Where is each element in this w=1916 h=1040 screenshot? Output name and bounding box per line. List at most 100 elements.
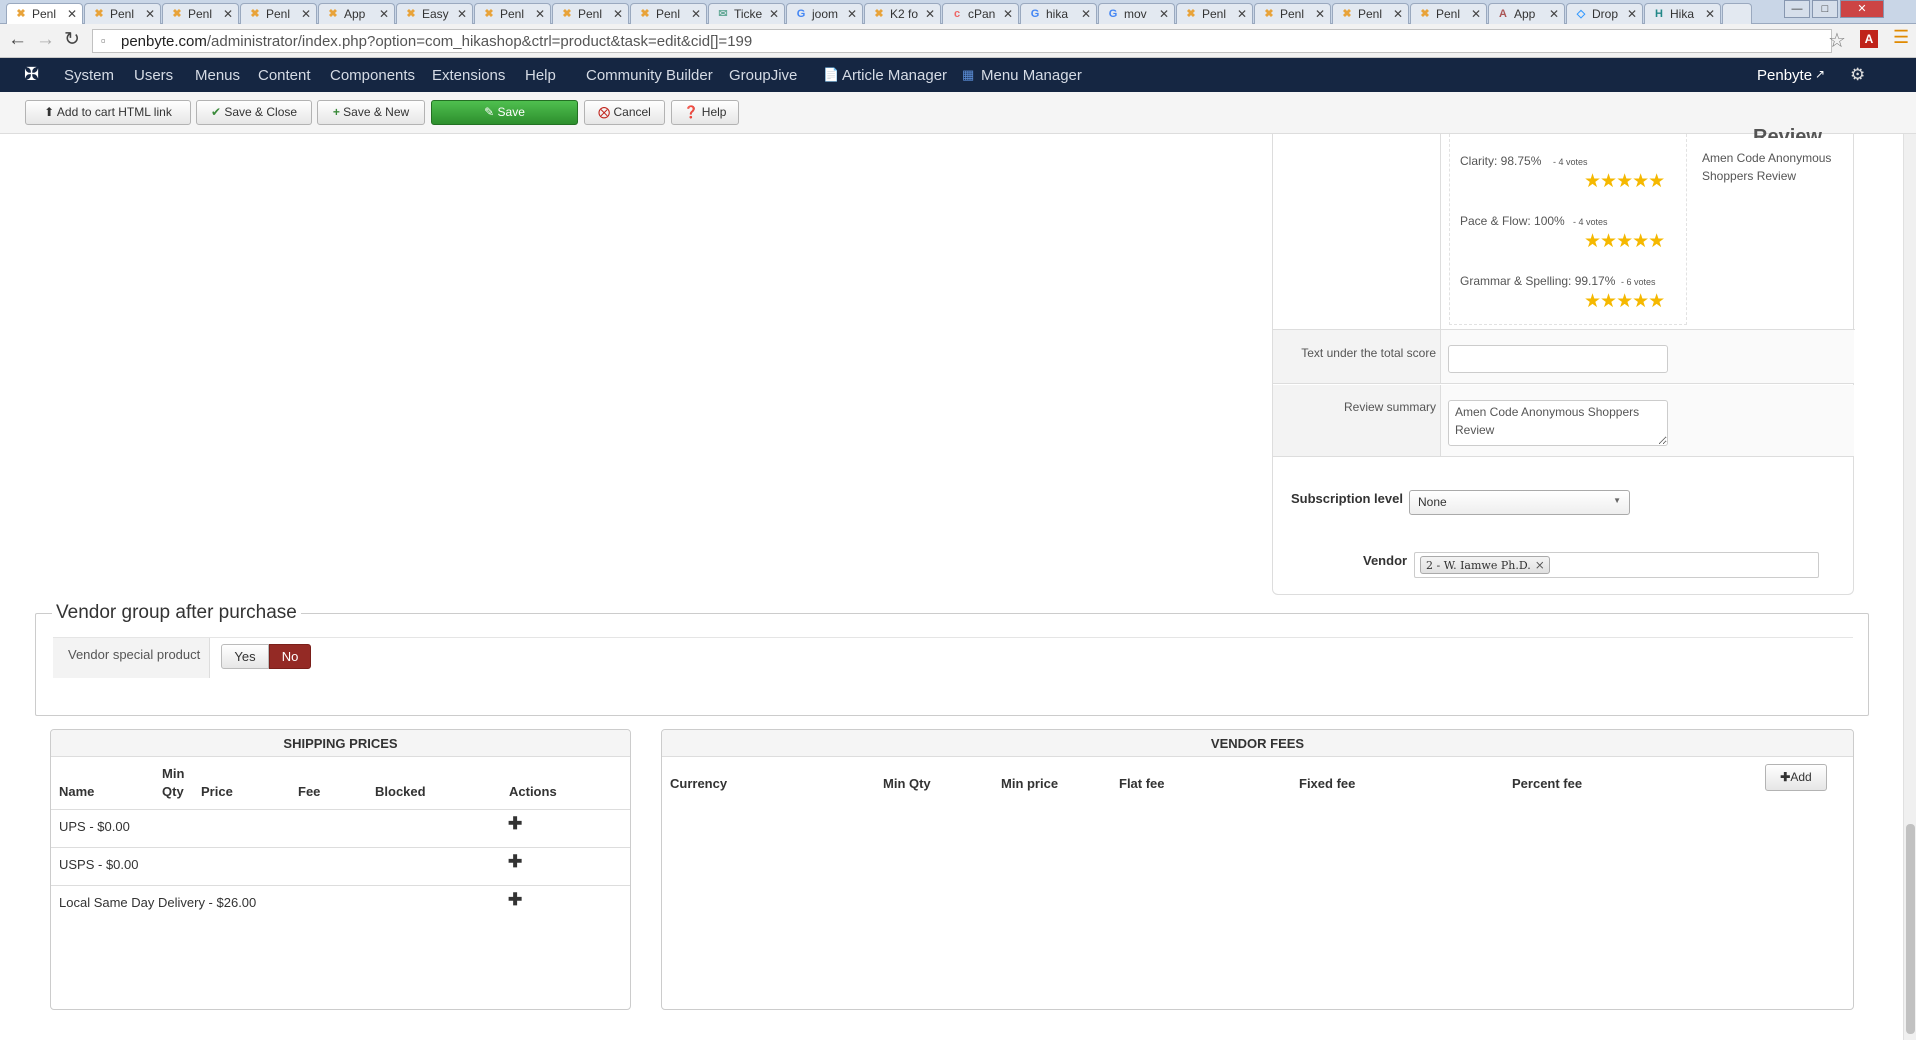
close-tab-icon[interactable]: ✕: [1471, 7, 1481, 21]
close-tab-icon[interactable]: ✕: [925, 7, 935, 21]
browser-tab[interactable]: ✖ Penl ✕: [6, 3, 83, 25]
new-tab-button[interactable]: [1722, 3, 1752, 24]
save-new-button[interactable]: + Save & New: [317, 100, 425, 125]
close-tab-icon[interactable]: ✕: [1237, 7, 1247, 21]
save-close-button[interactable]: ✔ Save & Close: [196, 100, 312, 125]
review-summary-textarea[interactable]: [1448, 400, 1668, 446]
browser-tab[interactable]: ✖ Penl ✕: [552, 3, 629, 24]
joomla-logo-icon[interactable]: ✠: [24, 64, 39, 85]
menu-help[interactable]: Help: [525, 67, 556, 84]
help-button[interactable]: ❓ Help: [671, 100, 739, 125]
total-score-text-input[interactable]: [1448, 345, 1668, 373]
close-tab-icon[interactable]: ✕: [1627, 7, 1637, 21]
browser-tab[interactable]: c cPan ✕: [942, 3, 1019, 24]
close-tab-icon[interactable]: ✕: [457, 7, 467, 21]
page-scrollbar[interactable]: [1903, 134, 1916, 1040]
menu-system[interactable]: System: [64, 67, 114, 84]
remove-tag-icon[interactable]: ×: [1535, 558, 1545, 572]
menu-menu-manager[interactable]: Menu Manager: [981, 67, 1082, 84]
grammar-star-rating: ★★★★★: [1584, 291, 1665, 312]
col-min-price: Min price: [1001, 776, 1059, 791]
browser-tab[interactable]: ✖ Easy ✕: [396, 3, 473, 24]
back-icon[interactable]: ←: [8, 29, 27, 51]
browser-tab[interactable]: ✖ Penl ✕: [1254, 3, 1331, 24]
menu-users[interactable]: Users: [134, 67, 173, 84]
menu-groupjive[interactable]: GroupJive: [729, 67, 797, 84]
browser-tab[interactable]: Gjoom ✕: [786, 3, 863, 24]
menu-community-builder[interactable]: Community Builder: [586, 67, 713, 84]
menu-components[interactable]: Components: [330, 67, 415, 84]
browser-tab[interactable]: ✉ Ticke ✕: [708, 3, 785, 24]
cancel-button[interactable]: ⨂ Cancel: [584, 100, 665, 125]
close-window-button[interactable]: ✕: [1840, 0, 1884, 18]
browser-tab[interactable]: ✖ Penl ✕: [1176, 3, 1253, 24]
toggle-yes-button[interactable]: Yes: [221, 644, 269, 669]
menu-article-manager[interactable]: Article Manager: [842, 67, 947, 84]
chrome-menu-icon[interactable]: ☰: [1893, 27, 1909, 48]
close-tab-icon[interactable]: ✕: [1315, 7, 1325, 21]
browser-tab[interactable]: ✖ K2 fo ✕: [864, 3, 941, 24]
shipping-row-name: USPS - $0.00: [59, 857, 139, 872]
close-tab-icon[interactable]: ✕: [1549, 7, 1559, 21]
minimize-window-button[interactable]: —: [1784, 0, 1810, 18]
maximize-window-button[interactable]: □: [1812, 0, 1838, 18]
browser-tab[interactable]: Gmov ✕: [1098, 3, 1175, 24]
scrollbar-thumb[interactable]: [1906, 824, 1915, 1034]
save-button[interactable]: ✎ Save: [431, 100, 578, 125]
browser-tab[interactable]: Ghika ✕: [1020, 3, 1097, 24]
browser-tab[interactable]: ◇ Drop ✕: [1566, 3, 1643, 24]
settings-gear-icon[interactable]: ⚙: [1850, 65, 1865, 85]
browser-tab-label: Penl: [1436, 7, 1461, 21]
browser-tab-label: Ticke: [734, 7, 763, 21]
close-tab-icon[interactable]: ✕: [223, 7, 233, 21]
vendor-select[interactable]: 2 - W. Iamwe Ph.D. ×: [1414, 552, 1819, 578]
menu-extensions[interactable]: Extensions: [432, 67, 505, 84]
url-field[interactable]: ▫ penbyte.com/administrator/index.php?op…: [92, 29, 1832, 53]
close-tab-icon[interactable]: ✕: [301, 7, 311, 21]
close-tab-icon[interactable]: ✕: [379, 7, 389, 21]
close-tab-icon[interactable]: ✕: [1081, 7, 1091, 21]
action-toolbar: ⬆ Add to cart HTML link ✔ Save & Close +…: [0, 92, 1916, 134]
joomla-favicon-icon: ✖: [874, 8, 884, 20]
pdf-extension-icon[interactable]: A: [1860, 30, 1878, 48]
close-tab-icon[interactable]: ✕: [1393, 7, 1403, 21]
add-shipping-price-icon[interactable]: ✚: [508, 852, 522, 872]
close-tab-icon[interactable]: ✕: [1003, 7, 1013, 21]
criteria-grammar-votes: - 6 votes: [1621, 277, 1656, 287]
menu-content[interactable]: Content: [258, 67, 311, 84]
divider: [51, 885, 630, 886]
site-name-link[interactable]: Penbyte: [1757, 67, 1812, 84]
close-tab-icon[interactable]: ✕: [769, 7, 779, 21]
browser-tab[interactable]: ✖ App ✕: [318, 3, 395, 24]
add-shipping-price-icon[interactable]: ✚: [508, 814, 522, 834]
close-tab-icon[interactable]: ✕: [1159, 7, 1169, 21]
browser-tab[interactable]: ✖ Penl ✕: [1410, 3, 1487, 24]
browser-tab[interactable]: ✖ Penl ✕: [1332, 3, 1409, 24]
subscription-level-select[interactable]: None ▼: [1409, 490, 1630, 515]
col-actions: Actions: [509, 784, 557, 799]
browser-tab[interactable]: ✖ Penl ✕: [84, 3, 161, 24]
add-to-cart-link-button[interactable]: ⬆ Add to cart HTML link: [25, 100, 191, 125]
browser-tab[interactable]: ✖ Penl ✕: [240, 3, 317, 24]
browser-tab[interactable]: A App ✕: [1488, 3, 1565, 24]
browser-tab[interactable]: H Hika ✕: [1644, 3, 1721, 24]
close-tab-icon[interactable]: ✕: [691, 7, 701, 21]
menu-menus[interactable]: Menus: [195, 67, 240, 84]
close-tab-icon[interactable]: ✕: [1705, 7, 1715, 21]
close-tab-icon[interactable]: ✕: [67, 7, 77, 21]
close-tab-icon[interactable]: ✕: [535, 7, 545, 21]
add-shipping-price-icon[interactable]: ✚: [508, 890, 522, 910]
bookmark-star-icon[interactable]: ☆: [1828, 28, 1846, 53]
browser-tab[interactable]: ✖ Penl ✕: [630, 3, 707, 24]
forward-icon[interactable]: →: [36, 29, 55, 51]
close-tab-icon[interactable]: ✕: [145, 7, 155, 21]
close-tab-icon[interactable]: ✕: [613, 7, 623, 21]
browser-tab[interactable]: ✖ Penl ✕: [162, 3, 239, 24]
add-vendor-fee-button[interactable]: ✚Add: [1765, 764, 1827, 791]
toggle-no-button[interactable]: No: [269, 644, 311, 669]
browser-tab[interactable]: ✖ Penl ✕: [474, 3, 551, 24]
reload-icon[interactable]: ↻: [64, 28, 80, 51]
close-tab-icon[interactable]: ✕: [847, 7, 857, 21]
browser-tab-label: Penl: [110, 7, 135, 21]
admin-menu-bar: ✠ System Users Menus Content Components …: [0, 58, 1916, 92]
